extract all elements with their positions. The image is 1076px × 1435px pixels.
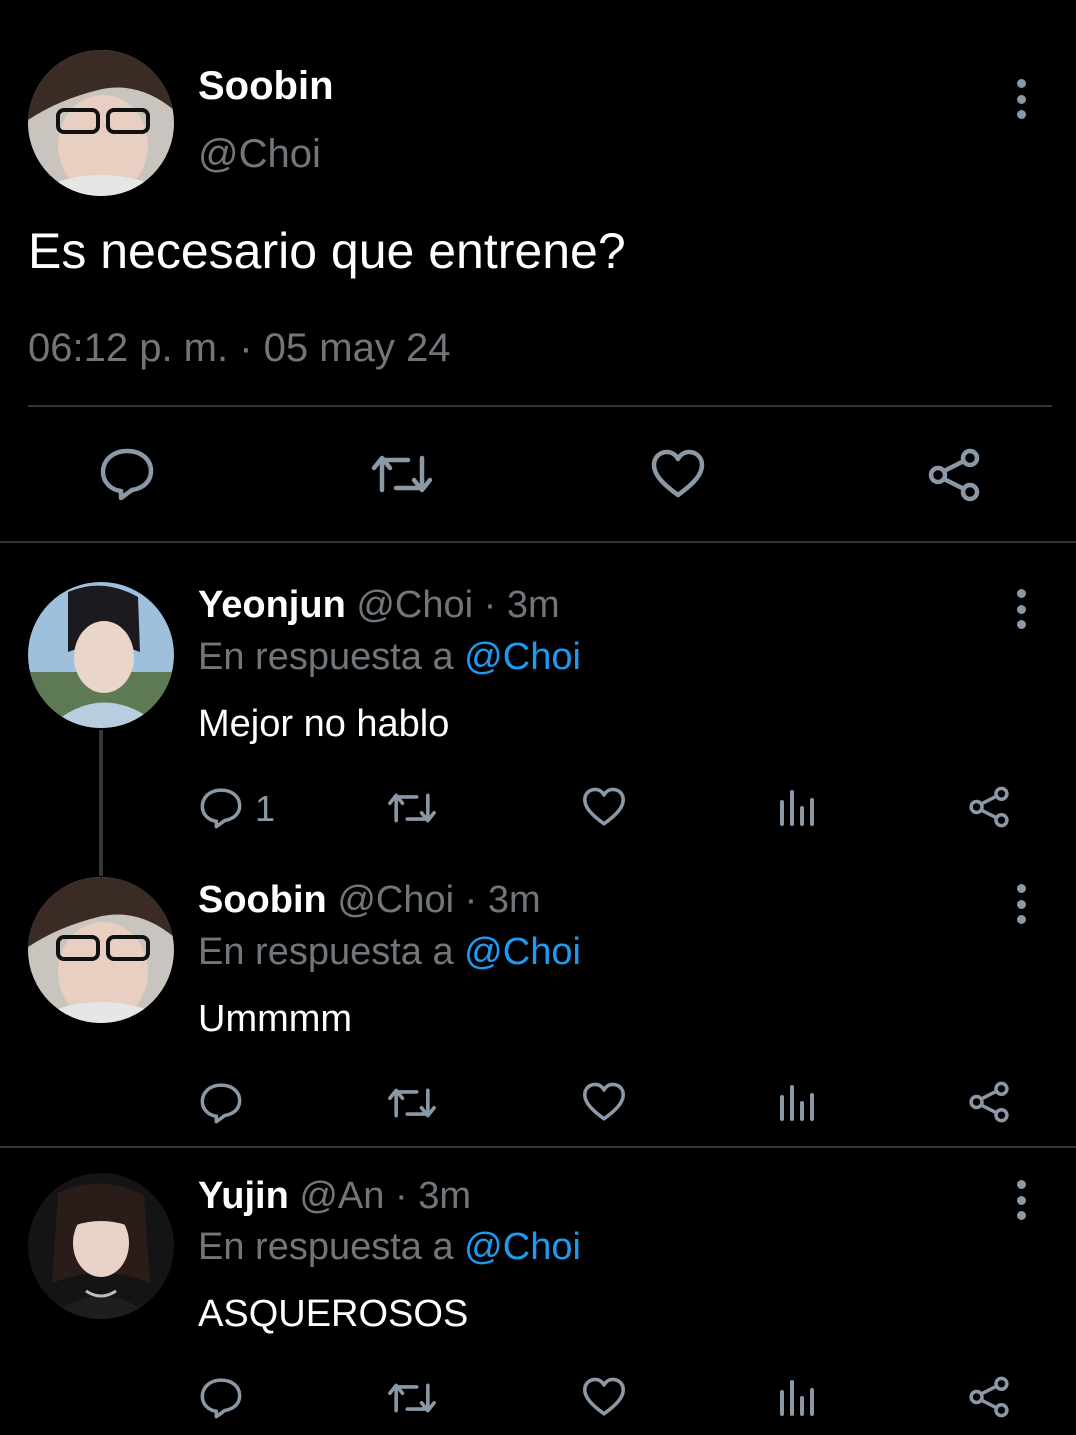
divider [0, 1146, 1076, 1148]
divider [28, 405, 1052, 407]
reply-icon[interactable] [200, 787, 242, 829]
author-handle[interactable]: @Choi [356, 584, 473, 626]
avatar-yujin[interactable] [28, 1173, 174, 1319]
retweet-icon[interactable] [386, 1379, 438, 1417]
separator: · [483, 584, 497, 626]
more-options-icon[interactable] [1016, 884, 1026, 924]
views-icon[interactable] [778, 788, 816, 826]
reply-context-label: En respuesta a [198, 636, 454, 678]
reply-header: Yeonjun @Choi · 3m [198, 584, 560, 627]
avatar-yeonjun[interactable] [28, 582, 174, 728]
share-icon[interactable] [967, 1376, 1011, 1418]
tweet-timestamp: 06:12 p. m. · 05 may 24 [28, 326, 451, 370]
tweet-text: Es necesario que entrene? [28, 223, 626, 279]
reply-context-label: En respuesta a [198, 1226, 454, 1268]
like-icon[interactable] [582, 787, 626, 827]
retweet-icon[interactable] [386, 1084, 438, 1122]
author-handle[interactable]: @Choi [198, 132, 321, 177]
reply-to-link[interactable]: @Choi [464, 636, 581, 678]
reply-icon[interactable] [200, 1377, 242, 1419]
author-handle[interactable]: @Choi [337, 879, 454, 921]
share-icon[interactable] [926, 448, 982, 502]
reply-context-label: En respuesta a [198, 931, 454, 973]
tweet-time: 3m [487, 879, 541, 921]
more-options-icon[interactable] [1016, 79, 1026, 119]
reply-context: En respuesta a @Choi [198, 636, 581, 679]
reply-context: En respuesta a @Choi [198, 931, 581, 974]
tweet-time: 3m [506, 584, 560, 626]
author-name[interactable]: Yujin [198, 1175, 289, 1217]
divider [0, 541, 1076, 543]
tweet-time: 3m [418, 1175, 471, 1217]
reply-to-link[interactable]: @Choi [464, 1226, 581, 1268]
views-icon[interactable] [778, 1083, 816, 1121]
reply-header: Yujin @An · 3m [198, 1175, 471, 1218]
more-options-icon[interactable] [1016, 589, 1026, 629]
tweet-text: ASQUEROSOS [198, 1293, 469, 1335]
reply-to-link[interactable]: @Choi [464, 931, 581, 973]
views-icon[interactable] [778, 1378, 816, 1416]
reply-header: Soobin @Choi · 3m [198, 879, 541, 922]
tweet-text: Ummmm [198, 998, 353, 1040]
separator: · [464, 879, 478, 921]
author-name[interactable]: Yeonjun [198, 584, 346, 626]
like-icon[interactable] [582, 1082, 626, 1122]
like-icon[interactable] [651, 449, 705, 499]
reply-icon[interactable] [200, 1082, 242, 1124]
author-name[interactable]: Soobin [198, 879, 327, 921]
reply-context: En respuesta a @Choi [198, 1226, 581, 1269]
reply-count: 1 [255, 788, 276, 829]
author-name[interactable]: Soobin [198, 64, 334, 109]
more-options-icon[interactable] [1016, 1180, 1026, 1220]
reply-icon[interactable] [100, 448, 154, 500]
thread-line [99, 730, 103, 876]
share-icon[interactable] [967, 1081, 1011, 1123]
separator: · [394, 1175, 408, 1217]
retweet-icon[interactable] [386, 789, 438, 827]
like-icon[interactable] [582, 1377, 626, 1417]
retweet-icon[interactable] [370, 450, 434, 498]
avatar-soobin[interactable] [28, 877, 174, 1023]
tweet-text: Mejor no hablo [198, 703, 450, 745]
avatar-soobin[interactable] [28, 50, 174, 196]
share-icon[interactable] [967, 786, 1011, 828]
author-handle[interactable]: @An [299, 1175, 384, 1217]
